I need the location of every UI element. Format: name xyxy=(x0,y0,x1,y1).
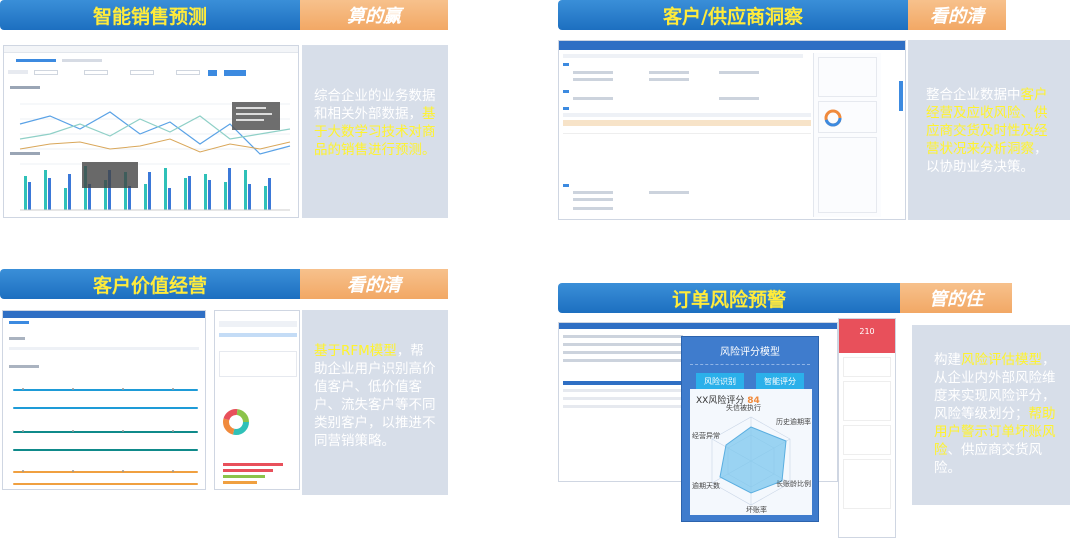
radar-axis-label: 逾期天数 xyxy=(692,482,720,490)
risk-model-card: 风险评分模型 风险识别 智能评分 XX风险评分 84 失信被执行 历史逾期率 长… xyxy=(681,336,819,522)
radar-axis-label: 失信被执行 xyxy=(726,404,761,412)
radar-axis-label: 坏账率 xyxy=(746,506,767,514)
panel1-desc-text: 综合企业的业务数据和相关外部数据， xyxy=(314,88,436,122)
panel3-tag: 看的清 xyxy=(300,269,448,299)
radar-axis-label: 经营异常 xyxy=(692,432,720,440)
smart-score-button[interactable]: 智能评分 xyxy=(756,373,804,390)
panel4-side-panel: 210 xyxy=(838,318,896,538)
panel3-title: 客户价值经营 xyxy=(0,269,300,299)
panel1-bar-chart xyxy=(20,162,290,211)
side-risk-score: 210 xyxy=(859,327,875,336)
panel2-screenshot xyxy=(558,40,906,220)
panel4-tag: 管的住 xyxy=(900,283,1012,313)
panel2-desc-text: 整合企业数据中 xyxy=(926,87,1021,103)
panel4-title: 订单风险预警 xyxy=(558,283,900,313)
panel1-title: 智能销售预测 xyxy=(0,0,300,30)
panel4-desc-tail: 、供应商交货风险。 xyxy=(934,442,1042,476)
panel4-desc-highlight: 风险评估模型 xyxy=(961,352,1042,368)
panel1-description: 综合企业的业务数据和相关外部数据，基于大数学习技术对商品的销售进行预测。 xyxy=(302,45,448,218)
panel3-screenshot-left xyxy=(2,310,206,490)
risk-model-title: 风险评分模型 xyxy=(720,347,780,358)
panel1-tag: 算的赢 xyxy=(300,0,448,30)
panel3-banner: 客户价值经营 看的清 xyxy=(0,269,448,299)
panel2-title: 客户/供应商洞察 xyxy=(558,0,908,30)
panel2-tag: 看的清 xyxy=(908,0,1006,30)
panel2-banner: 客户/供应商洞察 看的清 xyxy=(558,0,1006,30)
panel4-description: 构建风险评估模型，从企业内外部风险维度来实现风险评分，风险等级划分；帮助用户警示… xyxy=(912,325,1070,505)
panel1-screenshot xyxy=(3,45,299,218)
panel4-banner: 订单风险预警 管的住 xyxy=(558,283,1012,313)
panel2-description: 整合企业数据中客户经营及应收风险、供应商交货及时性及经营状况来分析洞察，以协助业… xyxy=(908,40,1070,220)
radar-panel: XX风险评分 84 失信被执行 历史逾期率 长账龄比例 坏账率 逾期天数 经营异… xyxy=(690,389,812,515)
panel4-desc-text: 构建 xyxy=(934,352,961,368)
panel3-description: 基于RFM模型，帮助企业用户识别高价值客户、低价值客户、流失客户等不同类别客户，… xyxy=(302,310,448,495)
risk-identify-button[interactable]: 风险识别 xyxy=(696,373,744,390)
radar-axis-label: 历史逾期率 xyxy=(776,418,811,426)
panel3-screenshot-right xyxy=(214,310,300,490)
panel3-desc-highlight: 基于RFM模型 xyxy=(314,343,397,359)
radar-axis-label: 长账龄比例 xyxy=(776,480,811,488)
panel1-banner: 智能销售预测 算的赢 xyxy=(0,0,448,30)
